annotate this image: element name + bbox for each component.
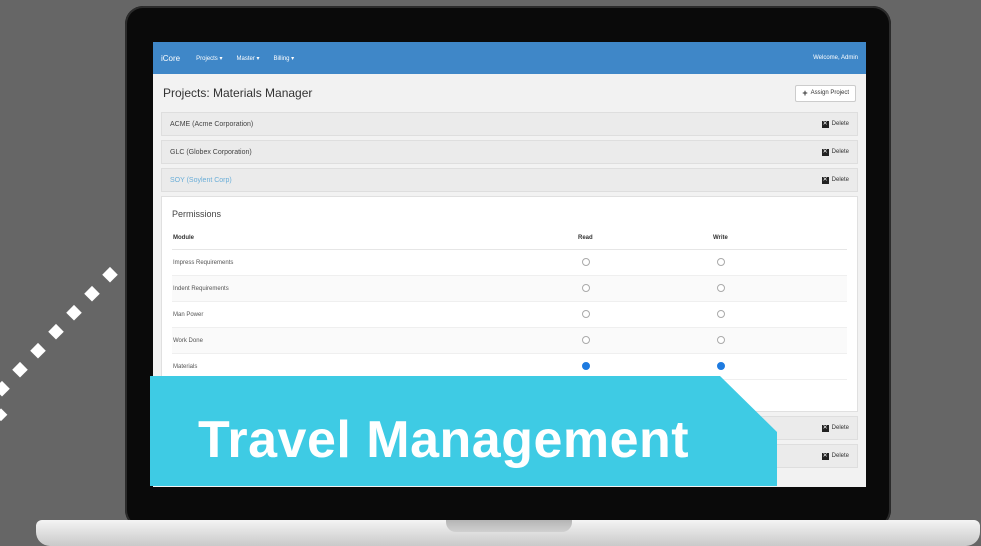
project-row-acme[interactable]: ACME (Acme Corporation) ✕ Delete [161,112,858,136]
assign-project-button[interactable]: + Assign Project [795,84,856,102]
permissions-table: Module Read Write Impress Requirements I… [172,227,847,380]
remove-icon: ✕ [821,452,829,460]
remove-icon: ✕ [821,424,829,432]
read-radio[interactable] [582,335,590,344]
brand-logo[interactable]: iCore [161,54,180,63]
project-name[interactable]: SOY (Soylent Corp) [170,177,232,184]
module-name: Impress Requirements [172,249,577,276]
project-row-glc[interactable]: GLC (Globex Corporation) ✕ Delete [161,140,858,164]
delete-label: Delete [831,121,849,127]
module-name: Man Power [172,301,577,328]
table-row: Impress Requirements [172,249,847,276]
delete-label: Delete [831,425,849,431]
column-header: Read [577,227,712,250]
column-header: Write [712,227,847,250]
page-title: Projects: Materials Manager [163,86,313,100]
write-radio[interactable] [717,309,725,318]
title-banner: Travel Management [150,376,777,486]
module-name: Work Done [172,327,577,354]
project-name: ACME (Acme Corporation) [170,120,254,128]
permissions-title: Permissions [172,209,222,219]
nav-billing[interactable]: Billing ▾ [274,55,295,62]
banner-title: Travel Management [198,411,690,469]
delete-button[interactable]: ✕ Delete [821,452,849,460]
nav-projects[interactable]: Projects ▾ [196,55,222,62]
remove-icon: ✕ [821,120,829,128]
table-row: Man Power [172,301,847,328]
top-navbar: iCore Projects ▾ Master ▾ Billing ▾ Welc… [153,42,866,74]
table-row: Work Done [172,327,847,354]
write-radio[interactable] [717,257,725,266]
nav-master[interactable]: Master ▾ [236,55,259,62]
assign-project-label: Assign Project [810,90,849,96]
read-radio[interactable] [582,361,590,370]
module-name: Indent Requirements [172,275,577,302]
welcome-user-menu[interactable]: Welcome, Admin [813,55,858,61]
write-radio[interactable] [717,335,725,344]
delete-label: Delete [831,177,849,183]
write-radio[interactable] [717,283,725,292]
delete-button[interactable]: ✕ Delete [821,424,849,432]
delete-button[interactable]: ✕ Delete [821,148,849,156]
table-row: Indent Requirements [172,275,847,302]
delete-button[interactable]: ✕ Delete [821,176,849,184]
delete-button[interactable]: ✕ Delete [821,120,849,128]
project-name: GLC (Globex Corporation) [170,148,252,156]
read-radio[interactable] [582,309,590,318]
page-header: Projects: Materials Manager + Assign Pro… [153,74,866,112]
read-radio[interactable] [582,257,590,266]
remove-icon: ✕ [821,176,829,184]
column-header: Module [172,227,577,250]
laptop-notch [446,520,572,532]
read-radio[interactable] [582,283,590,292]
delete-label: Delete [831,453,849,459]
project-row-soy[interactable]: SOY (Soylent Corp) ✕ Delete [161,168,858,192]
write-radio[interactable] [717,361,725,370]
delete-label: Delete [831,149,849,155]
plus-icon: + [802,87,808,98]
remove-icon: ✕ [821,148,829,156]
